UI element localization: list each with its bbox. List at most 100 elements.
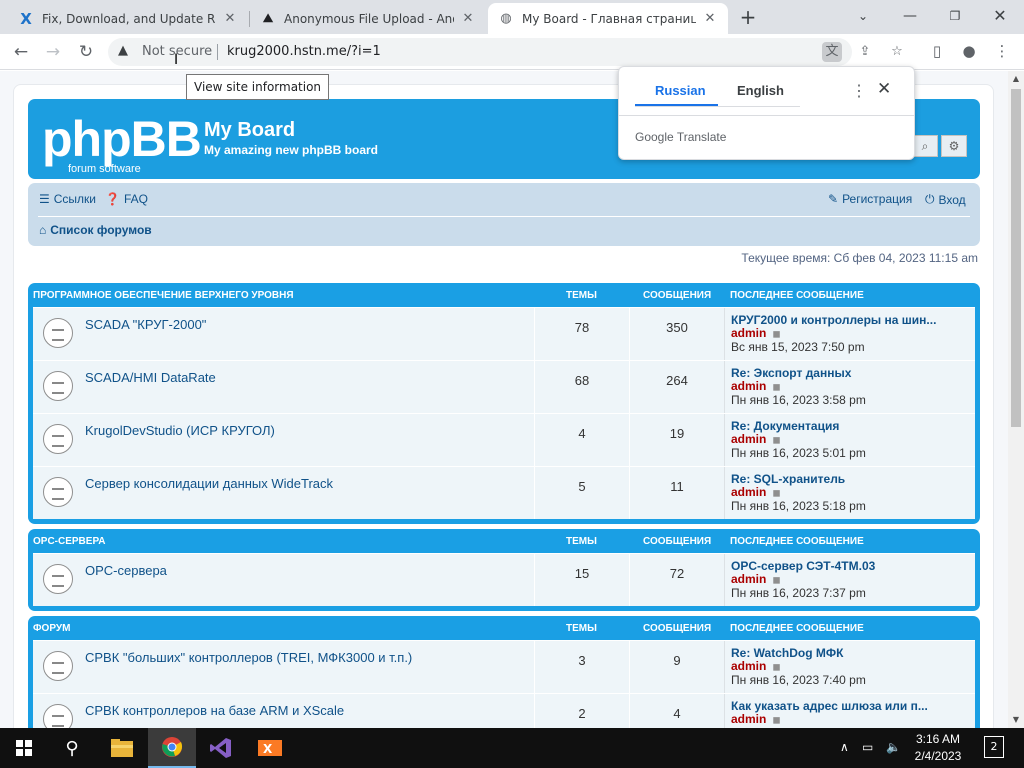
nav-divider: [38, 216, 970, 217]
site-info-tooltip: View site information: [186, 74, 330, 100]
breadcrumb[interactable]: ⌂ Список форумов: [39, 223, 152, 237]
tab-fix-download[interactable]: X Fix, Download, and Update Rsm ✕: [8, 3, 248, 34]
last-post-author[interactable]: admin: [731, 659, 766, 673]
board-wrap: phpBB forum software My Board My amazing…: [13, 84, 994, 728]
hamburger-icon: ☰: [39, 192, 50, 206]
forward-arrow-icon[interactable]: →: [41, 40, 65, 64]
share-icon[interactable]: ⇪: [855, 42, 875, 62]
category-header: ФОРУМ ТЕМЫ СООБЩЕНИЯ ПОСЛЕДНЕЕ СООБЩЕНИЕ: [33, 616, 975, 640]
view-post-icon[interactable]: ◼: [772, 382, 780, 393]
view-post-icon[interactable]: ◼: [772, 662, 780, 673]
last-post-author[interactable]: admin: [731, 712, 766, 726]
last-post-date: Пн янв 16, 2023 7:37 pm: [731, 586, 866, 600]
clock-time: 3:16 AM: [915, 732, 961, 746]
gear-icon[interactable]: ⚙: [941, 135, 967, 157]
google-translate-brand: Google Translate: [635, 130, 726, 144]
phpbb-logo[interactable]: phpBB forum software: [42, 113, 202, 175]
tray-chevron-icon[interactable]: ∧: [840, 740, 849, 754]
chevron-down-icon[interactable]: ⌄: [851, 5, 875, 27]
forum-title[interactable]: Сервер консолидации данных WideTrack: [85, 476, 333, 491]
tab-my-board[interactable]: ◍ My Board - Главная страница ✕: [488, 3, 728, 34]
forum-title[interactable]: OPC-сервера: [85, 563, 167, 578]
close-icon[interactable]: ✕: [877, 79, 891, 99]
forum-title[interactable]: SCADA "КРУГ-2000": [85, 317, 206, 332]
forum-read-icon: [43, 371, 73, 401]
view-post-icon[interactable]: ◼: [772, 329, 780, 340]
forum-title[interactable]: SCADA/HMI DataRate: [85, 370, 216, 385]
posts-count: 19: [629, 414, 725, 466]
forum-title[interactable]: KrugolDevStudio (ИСР КРУГОЛ): [85, 423, 275, 438]
notifications-icon[interactable]: 2: [984, 736, 1004, 758]
col-last-post: ПОСЛЕДНЕЕ СООБЩЕНИЕ: [730, 290, 864, 301]
category-block: OPC-СЕРВЕРА ТЕМЫ СООБЩЕНИЯ ПОСЛЕДНЕЕ СОО…: [28, 529, 980, 611]
login-link[interactable]: ⏻ Вход: [925, 192, 966, 207]
category-title[interactable]: ПРОГРАММНОЕ ОБЕСПЕЧЕНИЕ ВЕРХНЕГО УРОВНЯ: [33, 290, 294, 301]
power-icon: ⏻: [925, 192, 935, 206]
view-post-icon[interactable]: ◼: [772, 435, 780, 446]
taskbar-clock[interactable]: 3:16 AM 2/4/2023: [908, 731, 968, 765]
visual-studio-icon[interactable]: [197, 728, 245, 768]
scroll-down-icon[interactable]: ▼: [1008, 712, 1024, 728]
vertical-scrollbar[interactable]: ▲ ▼: [1008, 71, 1024, 728]
restore-icon[interactable]: ❐: [943, 5, 967, 27]
links-label: Ссылки: [53, 192, 97, 206]
view-post-icon[interactable]: ◼: [772, 488, 780, 499]
translate-label: Translate: [676, 130, 727, 144]
faq-link[interactable]: ❓ FAQ: [105, 192, 148, 206]
minimize-icon[interactable]: —: [898, 5, 922, 27]
last-post-author[interactable]: admin: [731, 379, 766, 393]
profile-icon[interactable]: ●: [958, 40, 980, 62]
last-post-author[interactable]: admin: [731, 485, 766, 499]
register-link[interactable]: ✎ Регистрация: [828, 192, 912, 206]
volume-icon[interactable]: 🔈: [886, 740, 901, 754]
logo-subtext: forum software: [68, 163, 141, 175]
kebab-menu-icon[interactable]: ⋮: [851, 81, 867, 101]
scroll-thumb[interactable]: [1011, 89, 1021, 427]
forum-row: SCADA "КРУГ-2000" 78 350 КРУГ2000 и конт…: [33, 307, 975, 360]
home-icon: ⌂: [39, 223, 47, 237]
last-post: OPC-сервер СЭТ-4ТМ.03 admin ◼ Пн янв 16, …: [731, 560, 875, 600]
category-title[interactable]: ФОРУМ: [33, 623, 70, 634]
tab-close-icon[interactable]: ✕: [460, 11, 476, 26]
side-panel-icon[interactable]: ▯: [926, 40, 948, 62]
search-icon[interactable]: ⌕: [912, 135, 938, 157]
topics-count: 4: [534, 414, 630, 466]
back-arrow-icon[interactable]: ←: [9, 40, 33, 64]
network-icon[interactable]: ▭: [862, 740, 873, 754]
last-post-author[interactable]: admin: [731, 326, 766, 340]
text-cursor-icon: I: [174, 52, 179, 68]
last-post-date: Пн янв 16, 2023 5:18 pm: [731, 499, 866, 513]
posts-count: 72: [629, 554, 725, 606]
address-bar[interactable]: ▲ Not secure krug2000.hstn.me/?i=1 文 ⇪ ☆: [108, 38, 903, 66]
window-close-icon[interactable]: ✕: [988, 5, 1012, 27]
category-title[interactable]: OPC-СЕРВЕРА: [33, 536, 105, 547]
new-tab-button[interactable]: +: [737, 6, 759, 28]
last-post-author[interactable]: admin: [731, 572, 766, 586]
xampp-icon[interactable]: X: [246, 728, 294, 768]
forum-title[interactable]: СРВК контроллеров на базе ARM и XScale: [85, 703, 344, 718]
chrome-icon[interactable]: [148, 728, 196, 768]
links-menu[interactable]: ☰ Ссылки: [39, 192, 96, 206]
view-post-icon[interactable]: ◼: [772, 575, 780, 586]
tab-russian[interactable]: Russian: [655, 83, 706, 98]
last-post-author[interactable]: admin: [731, 432, 766, 446]
windows-start-icon[interactable]: [0, 728, 48, 768]
tab-close-icon[interactable]: ✕: [702, 11, 718, 26]
topics-count: 3: [534, 641, 630, 693]
forum-title[interactable]: СРВК "больших" контроллеров (TREI, МФК30…: [85, 650, 412, 665]
tab-english[interactable]: English: [737, 83, 784, 98]
bookmark-star-icon[interactable]: ☆: [887, 42, 907, 62]
warning-triangle-icon[interactable]: ▲: [118, 43, 134, 59]
search-icon[interactable]: ⚲: [48, 728, 96, 768]
url-text[interactable]: krug2000.hstn.me/?i=1: [227, 44, 381, 59]
scroll-up-icon[interactable]: ▲: [1008, 71, 1024, 87]
tab-close-icon[interactable]: ✕: [222, 11, 238, 26]
reload-icon[interactable]: ↻: [74, 40, 98, 64]
forum-read-icon: [43, 318, 73, 348]
tab-anonymous-upload[interactable]: ⛰ Anonymous File Upload - AnonFi ✕: [250, 3, 486, 34]
translate-icon[interactable]: 文: [822, 42, 842, 62]
kebab-menu-icon[interactable]: ⋮: [991, 40, 1013, 62]
file-explorer-icon[interactable]: [98, 728, 146, 768]
last-post: Re: Документация admin ◼ Пн янв 16, 2023 …: [731, 420, 866, 460]
view-post-icon[interactable]: ◼: [772, 715, 780, 726]
